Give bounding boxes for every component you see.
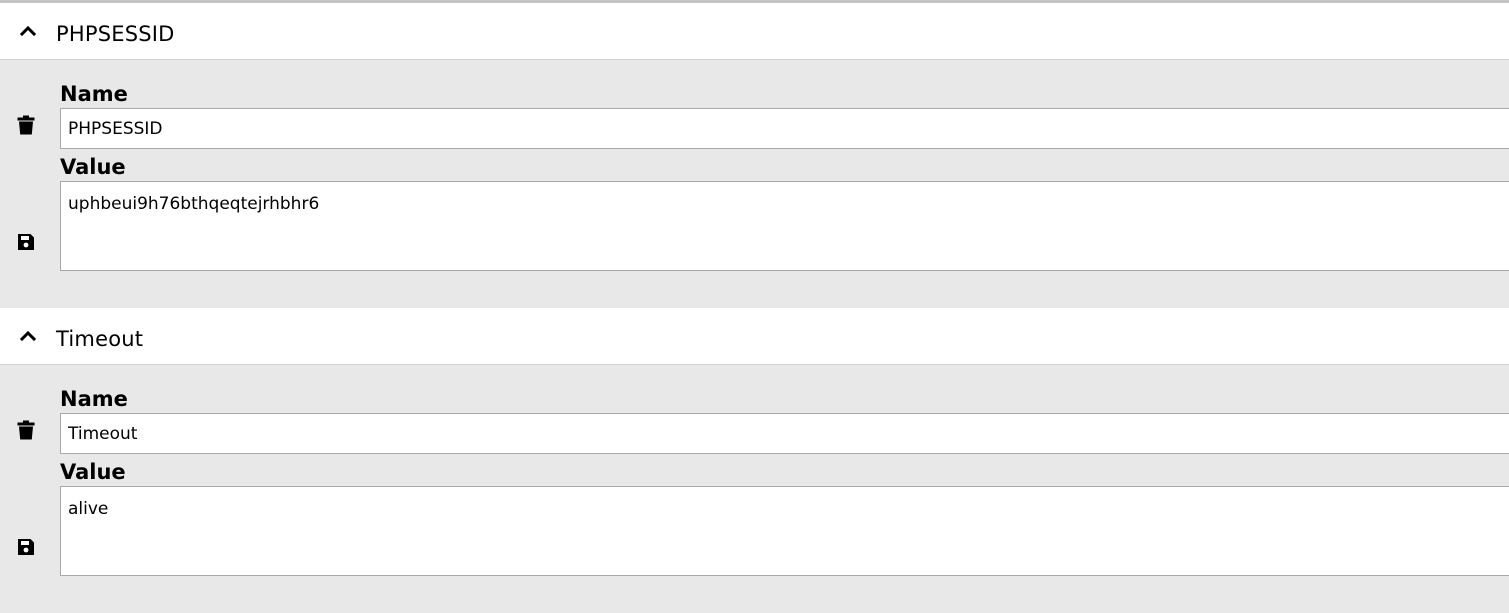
cookie-value-input[interactable]: uphbeui9h76bthqeqtejrhbhr6 (60, 181, 1509, 271)
chevron-up-icon[interactable] (19, 25, 37, 37)
trash-icon[interactable] (17, 420, 35, 440)
cookie-title: PHPSESSID (56, 22, 175, 46)
chevron-up-icon[interactable] (19, 330, 37, 342)
name-label: Name (60, 82, 128, 106)
name-label: Name (60, 387, 128, 411)
cookie-name-input[interactable] (60, 108, 1509, 149)
value-label: Value (60, 460, 126, 484)
cookie-name-input[interactable] (60, 413, 1509, 454)
cookie-title: Timeout (56, 327, 144, 351)
trash-icon[interactable] (17, 115, 35, 135)
floppy-disk-icon[interactable] (17, 232, 35, 252)
value-label: Value (60, 155, 126, 179)
cookie-body: Name Value uphbeui9h76bthqeqtejrhbhr6 (0, 60, 1509, 308)
cookie-body: Name Value alive (0, 365, 1509, 613)
cookie-header[interactable]: PHPSESSID (0, 3, 1509, 60)
cookie-header[interactable]: Timeout (0, 308, 1509, 365)
floppy-disk-icon[interactable] (17, 537, 35, 557)
cookie-value-input[interactable]: alive (60, 486, 1509, 576)
